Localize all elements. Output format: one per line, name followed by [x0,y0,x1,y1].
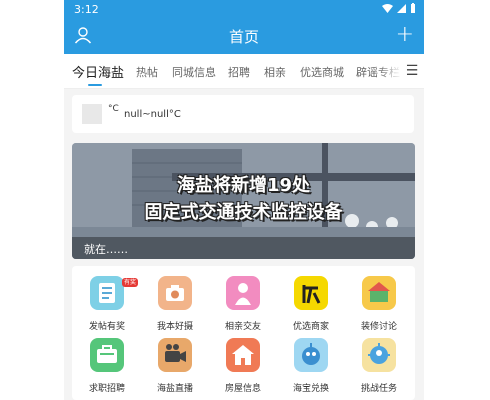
tab-local-info[interactable]: 同城信息 [172,64,216,80]
feature-grid: 有奖 发帖有奖 我本好摄 相亲交友 优选商家 装修讨论 求职招聘 海盐直播 房屋… [72,266,415,400]
post-reward-icon [90,276,124,310]
grid-item-house[interactable]: 房屋信息 [210,328,276,394]
banner-headline-line-1: 海盐将新增19处 [176,175,311,196]
battery-icon [411,3,415,13]
weather-temperature: null~null°C [124,109,181,120]
wifi-icon [382,3,393,13]
grid-item-label: 挑战任务 [360,384,397,394]
grid-item-challenge[interactable]: 挑战任务 [346,328,412,394]
reward-badge: 有奖 [122,278,139,287]
tab-menu-icon[interactable]: ☰ [400,54,424,88]
tab-fade [378,54,402,88]
grid-item-job[interactable]: 求职招聘 [74,328,140,394]
tab-hot-posts[interactable]: 热帖 [136,64,158,80]
grid-item-live[interactable]: 海盐直播 [142,328,208,394]
phone-screen: 3:12 首页 + 今日海盐 热帖 同城信息 招聘 相亲 优选商城 辟谣专栏 ☰… [64,0,424,400]
weather-card[interactable]: °C null~null°C [72,95,414,133]
tab-dating[interactable]: 相亲 [264,64,286,80]
photography-icon [158,276,192,310]
job-icon [90,338,124,372]
status-bar: 3:12 [64,0,424,18]
weather-unit: °C [108,104,119,114]
status-icons [382,3,416,13]
news-banner[interactable]: 海盐将新增19处 固定式交通技术监控设备 就在…… [72,143,415,259]
status-time: 3:12 [74,3,99,16]
house-icon [226,338,260,372]
challenge-icon [362,338,396,372]
grid-item-exchange[interactable]: 海宝兑换 [278,328,344,394]
tab-mall[interactable]: 优选商城 [300,64,344,80]
signal-icon [397,3,406,13]
active-tab-indicator [88,84,102,86]
banner-headline-line-2: 固定式交通技术监控设备 [144,202,343,223]
grid-item-post-reward[interactable]: 有奖 发帖有奖 [74,266,140,332]
grid-item-label: 海盐直播 [156,384,193,394]
decoration-icon [362,276,396,310]
merchant-icon [294,276,328,310]
grid-item-photography[interactable]: 我本好摄 [142,266,208,332]
tab-today-haiyan[interactable]: 今日海盐 [72,62,124,81]
app-header: 首页 + [64,18,424,54]
page-title: 首页 [228,28,259,46]
grid-item-label: 海宝兑换 [292,384,329,394]
banner-caption: 就在…… [84,243,128,256]
weather-icon [82,104,102,124]
live-broadcast-icon [158,338,192,372]
category-tabs: 今日海盐 热帖 同城信息 招聘 相亲 优选商城 辟谣专栏 ☰ [64,54,424,89]
add-icon[interactable]: + [396,24,414,46]
grid-item-merchant[interactable]: 优选商家 [278,266,344,332]
grid-item-label: 求职招聘 [88,384,125,394]
grid-item-dating[interactable]: 相亲交友 [210,266,276,332]
dating-icon [226,276,260,310]
exchange-icon [294,338,328,372]
tab-jobs[interactable]: 招聘 [228,64,250,80]
grid-item-decoration[interactable]: 装修讨论 [346,266,412,332]
banner-caption-bar: 就在…… [72,237,415,259]
grid-item-label: 房屋信息 [224,384,261,394]
